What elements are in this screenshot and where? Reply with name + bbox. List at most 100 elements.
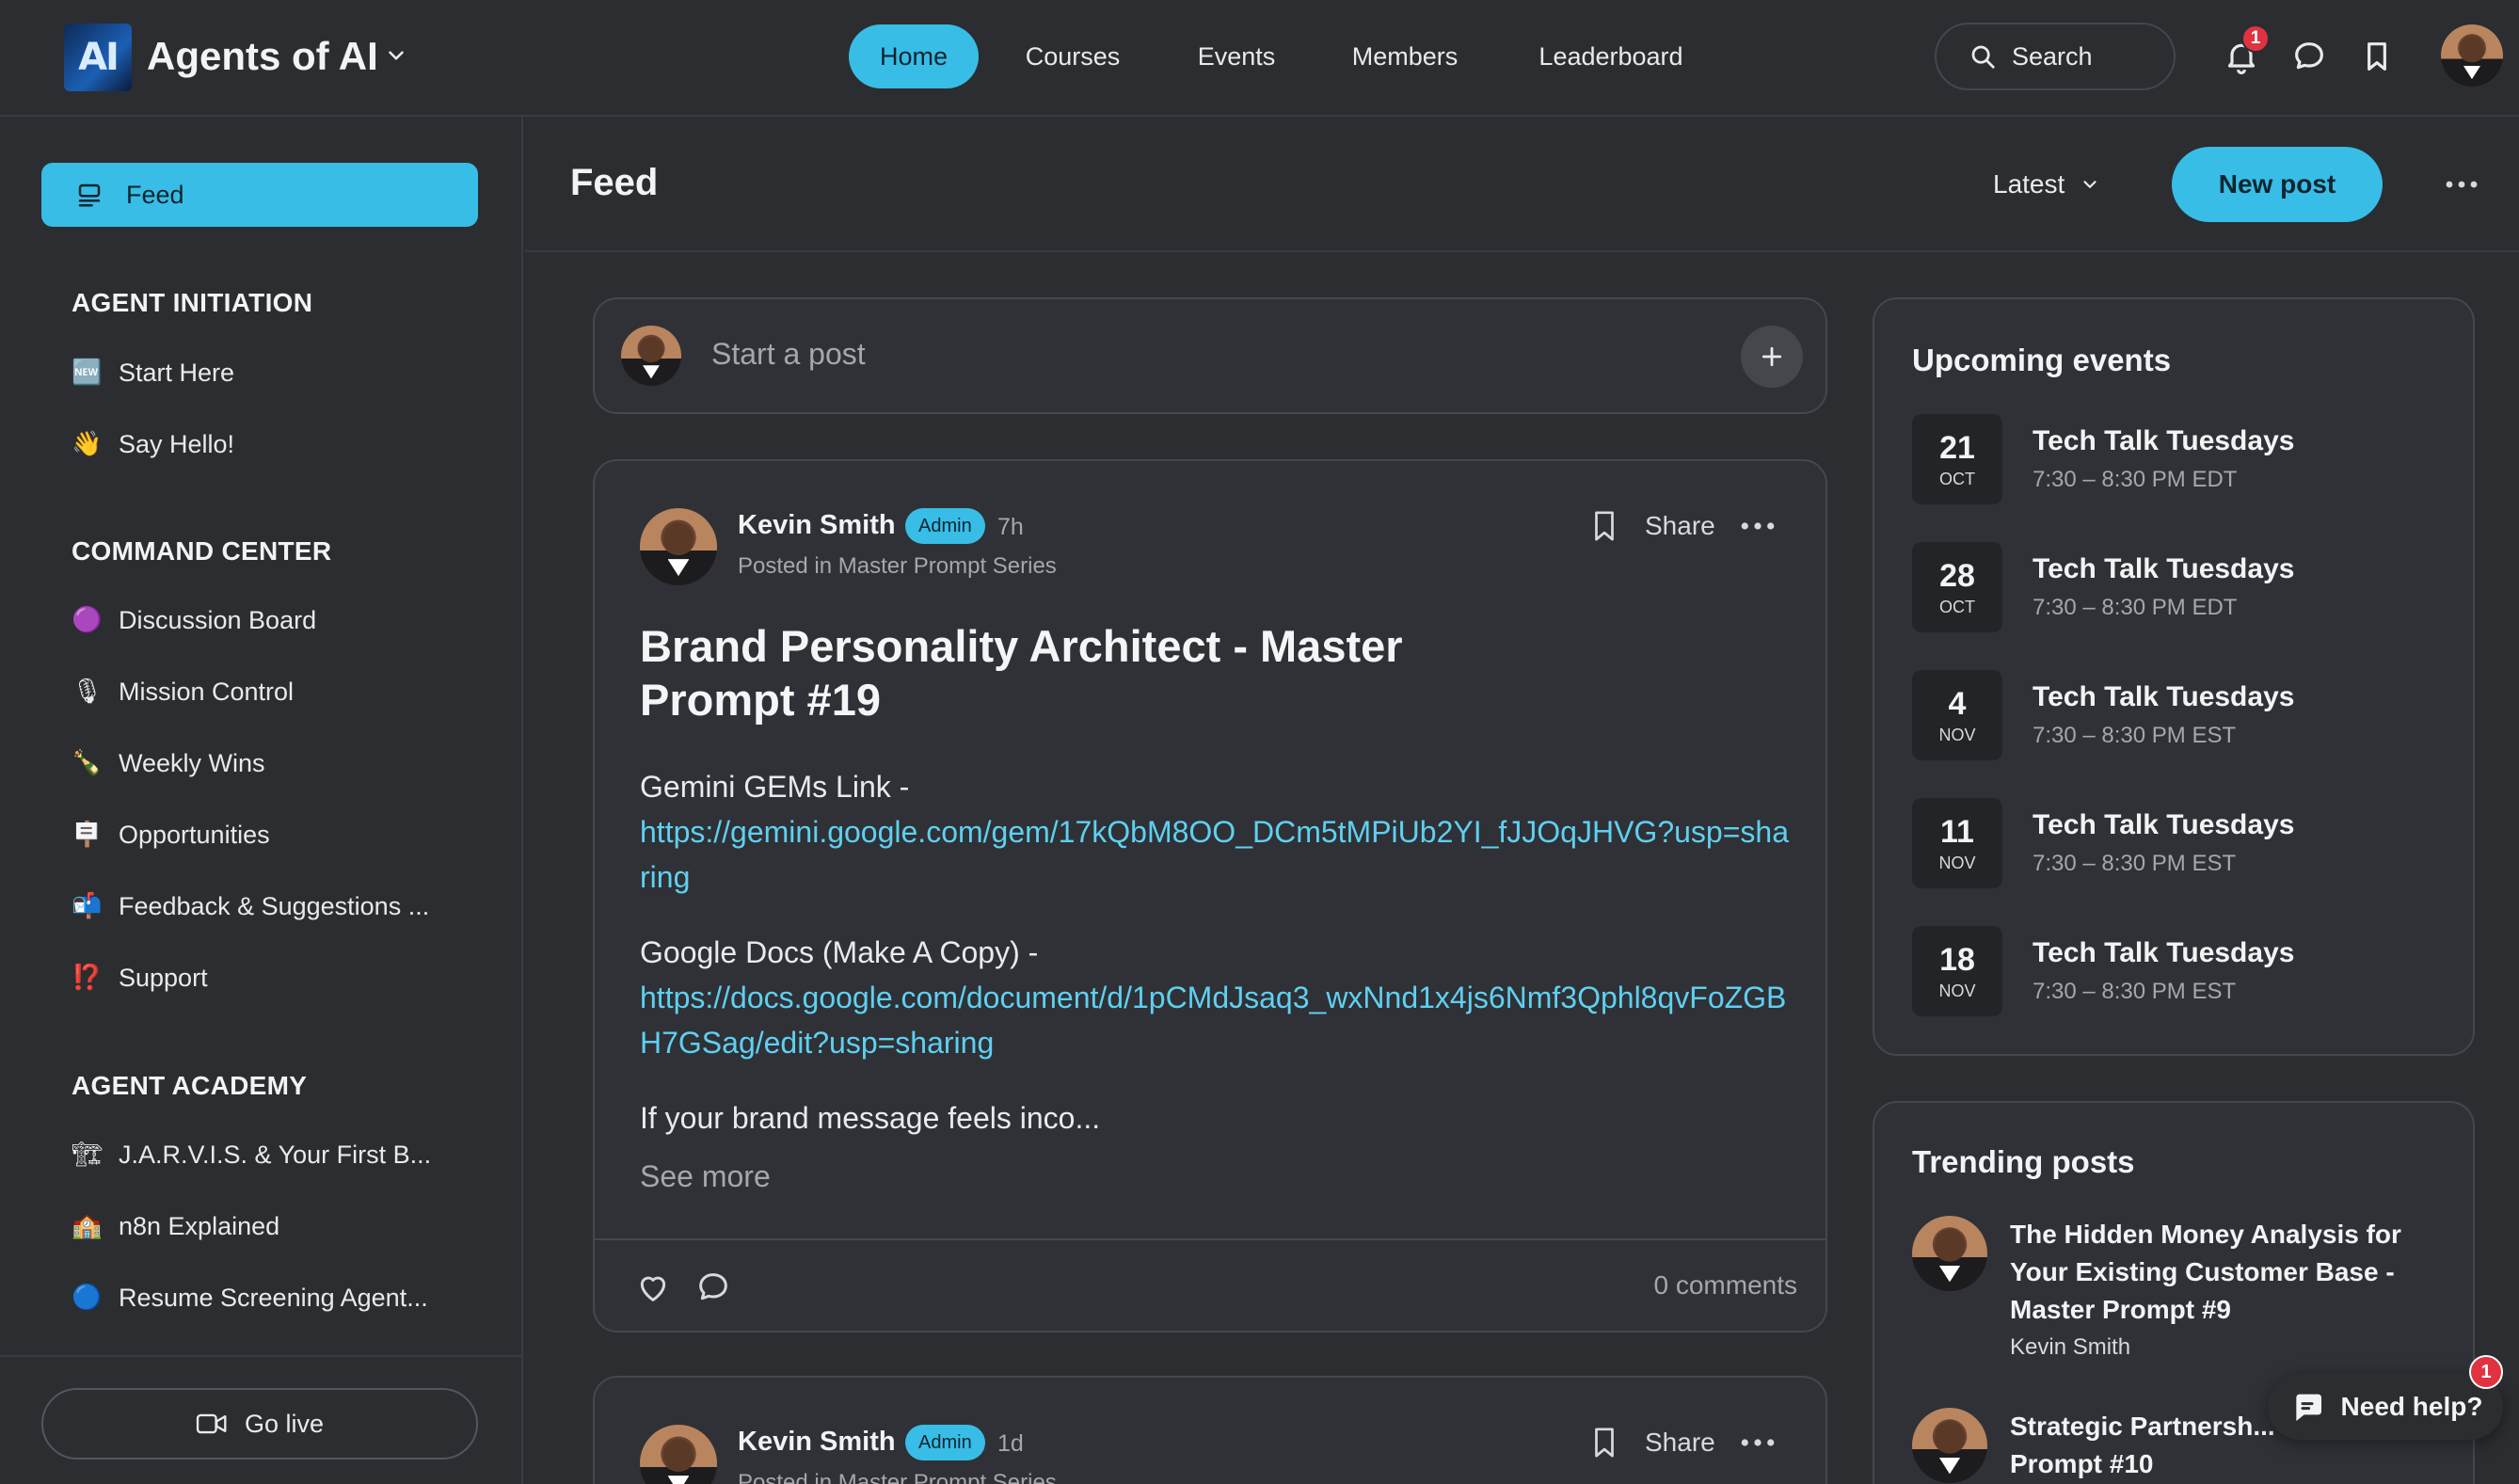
sidebar-item-discussion-board[interactable]: 🟣 Discussion Board [72,601,316,639]
posted-in[interactable]: Posted in Master Prompt Series [738,553,1057,580]
nav-courses[interactable]: Courses [1007,24,1139,88]
event-item[interactable]: 18 NOV Tech Talk Tuesdays 7:30 – 8:30 PM… [1912,926,2439,1016]
champagne-icon: 🍾 [72,749,103,777]
go-live-button[interactable]: Go live [41,1388,478,1460]
chevron-down-icon[interactable] [384,43,408,68]
circle-icon: 🟣 [72,606,103,634]
sidebar-item-weekly-wins[interactable]: 🍾 Weekly Wins [72,744,265,782]
sidebar-item-jarvis[interactable]: 🏗 J.A.R.V.I.S. & Your First B... [72,1136,431,1173]
sidebar-item-resume-screening[interactable]: 🔵 Resume Screening Agent... [72,1279,428,1316]
author-avatar[interactable] [640,508,717,585]
event-day: 21 [1939,429,1975,466]
nav-events[interactable]: Events [1176,24,1297,88]
event-day: 4 [1948,685,1967,722]
more-options-icon[interactable] [1740,520,1776,532]
sidebar-item-feed[interactable]: Feed [41,163,478,227]
app-logo[interactable]: AI [64,24,132,91]
post-actions: Share [1588,1425,1776,1460]
trending-item[interactable]: The Hidden Money Analysis for Your Exist… [1912,1216,2439,1376]
wave-icon: 👋 [72,430,103,458]
sidebar-item-start-here[interactable]: 🆕 Start Here [72,354,234,391]
event-time: 7:30 – 8:30 PM EDT [2033,467,2238,492]
bookmark-icon[interactable] [2358,38,2396,75]
nav-leaderboard[interactable]: Leaderboard [1519,24,1703,88]
new-post-button[interactable]: New post [2172,147,2383,222]
user-avatar[interactable] [2441,24,2503,87]
event-month: NOV [1938,981,1976,1000]
post-composer[interactable]: Start a post [593,297,1827,414]
add-post-button[interactable] [1741,326,1803,388]
author-name[interactable]: Kevin Smith [738,510,896,541]
event-item[interactable]: 21 OCT Tech Talk Tuesdays 7:30 – 8:30 PM… [1912,414,2439,504]
sidebar-item-label: Feed [126,180,184,209]
video-camera-icon [196,1413,227,1434]
body-text: If your brand message feels inco... [640,1101,1101,1135]
event-name[interactable]: Tech Talk Tuesdays [2033,809,2294,841]
event-item[interactable]: 11 NOV Tech Talk Tuesdays 7:30 – 8:30 PM… [1912,798,2439,888]
event-date: 18 NOV [1912,926,2002,1016]
event-name[interactable]: Tech Talk Tuesdays [2033,681,2294,713]
comment-icon[interactable] [694,1269,732,1306]
admin-badge: Admin [905,1425,985,1460]
event-date: 11 NOV [1912,798,2002,888]
share-button[interactable]: Share [1645,511,1715,541]
see-more-link[interactable]: See more [640,1159,771,1194]
chat-icon[interactable] [2290,38,2328,75]
event-name[interactable]: Tech Talk Tuesdays [2033,553,2294,585]
chevron-down-icon [2083,181,2097,188]
more-options-icon[interactable] [2445,177,2479,192]
heart-icon[interactable] [634,1269,672,1306]
composer-placeholder[interactable]: Start a post [711,337,866,372]
sidebar-item-label: Resume Screening Agent... [119,1283,428,1312]
need-help-button[interactable]: Need help? [2268,1374,2503,1440]
sidebar-item-label: Weekly Wins [119,748,265,777]
search-button[interactable]: Search [1935,23,2176,90]
event-item[interactable]: 4 NOV Tech Talk Tuesdays 7:30 – 8:30 PM … [1912,670,2439,760]
posted-in[interactable]: Posted in Master Prompt Series [738,1470,1057,1484]
sidebar-item-opportunities[interactable]: 🪧 Opportunities [72,816,270,854]
gemini-link[interactable]: https://gemini.google.com/gem/17kQbM8OO_… [640,815,1789,894]
sidebar-item-say-hello[interactable]: 👋 Say Hello! [72,425,234,463]
trending-title[interactable]: The Hidden Money Analysis for Your Exist… [2010,1216,2452,1329]
comments-count[interactable]: 0 comments [1654,1270,1798,1300]
author-avatar[interactable] [640,1425,717,1484]
event-month: NOV [1938,725,1976,744]
event-time: 7:30 – 8:30 PM EST [2033,979,2237,1004]
bookmark-icon[interactable] [1588,1425,1620,1460]
more-options-icon[interactable] [1740,1437,1776,1448]
author-name[interactable]: Kevin Smith [738,1427,896,1458]
mailbox-icon: 📬 [72,892,103,920]
microphone-icon: 🎙 [72,678,104,706]
event-month: OCT [1939,469,1975,488]
section-title-command-center: COMMAND CENTER [72,536,332,566]
panel-title: Upcoming events [1912,343,2172,377]
nav-home[interactable]: Home [849,24,979,88]
sidebar-item-label: n8n Explained [119,1211,280,1240]
event-name[interactable]: Tech Talk Tuesdays [2033,425,2294,457]
blue-circle-icon: 🔵 [72,1284,103,1312]
sidebar-item-mission-control[interactable]: 🎙 Mission Control [72,673,294,710]
sidebar-item-feedback[interactable]: 📬 Feedback & Suggestions ... [72,887,429,925]
sidebar-item-support[interactable]: ⁉️ Support [72,959,208,997]
feed-header: Feed Latest New post [525,117,2519,252]
sort-dropdown[interactable]: Latest [1993,169,2100,199]
post-title[interactable]: Brand Personality Architect - Master Pro… [640,619,1562,726]
bookmark-icon[interactable] [1588,508,1620,544]
share-button[interactable]: Share [1645,1428,1715,1458]
event-name[interactable]: Tech Talk Tuesdays [2033,937,2294,969]
admin-badge: Admin [905,508,985,544]
top-bar: AI Agents of AI Home Courses Events Memb… [0,0,2519,117]
post-card: Kevin Smith Admin 1d Posted in Master Pr… [593,1376,1827,1484]
event-item[interactable]: 28 OCT Tech Talk Tuesdays 7:30 – 8:30 PM… [1912,542,2439,632]
sort-label: Latest [1993,169,2065,199]
post-time[interactable]: 7h [997,514,1024,541]
post-footer: 0 comments [595,1238,1825,1331]
sidebar-item-n8n-explained[interactable]: 🏫 n8n Explained [72,1207,279,1245]
go-live-label: Go live [244,1409,325,1438]
sidebar-item-label: J.A.R.V.I.S. & Your First B... [119,1140,432,1169]
app-name[interactable]: Agents of AI [147,34,378,79]
nav-members[interactable]: Members [1334,24,1475,88]
post-time[interactable]: 1d [997,1430,1024,1458]
avatar [621,326,681,386]
google-docs-link[interactable]: https://docs.google.com/document/d/1pCMd… [640,981,1786,1060]
